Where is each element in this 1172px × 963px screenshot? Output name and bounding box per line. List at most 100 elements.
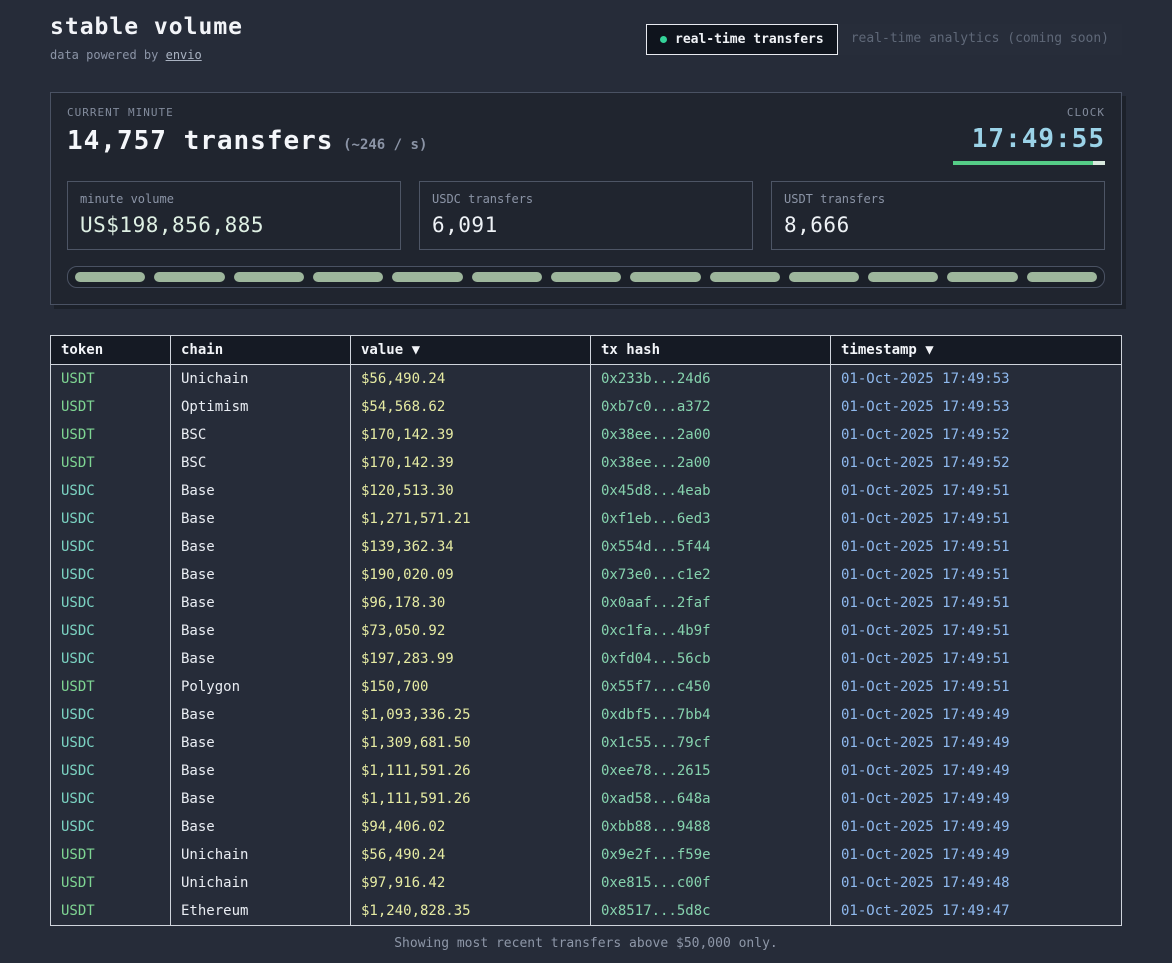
app-title: stable volume bbox=[50, 14, 243, 40]
cell-timestamp: 01-Oct-2025 17:49:51 bbox=[831, 673, 1122, 701]
cell-token: USDC bbox=[51, 617, 171, 645]
stat-box-minute-volume: minute volume US$198,856,885 bbox=[67, 181, 401, 250]
cell-value: $1,240,828.35 bbox=[351, 897, 591, 926]
minute-progress-bar bbox=[67, 266, 1105, 288]
cell-chain: Unichain bbox=[171, 841, 351, 869]
stat-value: 6,091 bbox=[432, 213, 740, 237]
cell-token: USDC bbox=[51, 533, 171, 561]
cell-tx-hash[interactable]: 0xf1eb...6ed3 bbox=[591, 505, 831, 533]
cell-tx-hash[interactable]: 0x9e2f...f59e bbox=[591, 841, 831, 869]
cell-token: USDC bbox=[51, 477, 171, 505]
cell-chain: Base bbox=[171, 477, 351, 505]
cell-timestamp: 01-Oct-2025 17:49:51 bbox=[831, 561, 1122, 589]
tab-bar: real-time transfers real-time analytics … bbox=[646, 24, 1122, 55]
current-minute-label: CURRENT MINUTE bbox=[67, 106, 427, 119]
cell-value: $170,142.39 bbox=[351, 421, 591, 449]
transfers-table: tokenchainvalue ▼tx hashtimestamp ▼ USDT… bbox=[50, 335, 1122, 926]
cell-tx-hash[interactable]: 0x55f7...c450 bbox=[591, 673, 831, 701]
column-header-value[interactable]: value ▼ bbox=[351, 336, 591, 365]
cell-timestamp: 01-Oct-2025 17:49:51 bbox=[831, 533, 1122, 561]
tab-label: real-time transfers bbox=[675, 32, 824, 47]
cell-token: USDT bbox=[51, 365, 171, 394]
progress-segment bbox=[710, 272, 780, 282]
cell-tx-hash[interactable]: 0x38ee...2a00 bbox=[591, 449, 831, 477]
transfers-count: 14,757 transfers bbox=[67, 126, 333, 156]
cell-chain: Base bbox=[171, 701, 351, 729]
progress-segment bbox=[868, 272, 938, 282]
column-header-chain[interactable]: chain bbox=[171, 336, 351, 365]
cell-timestamp: 01-Oct-2025 17:49:51 bbox=[831, 477, 1122, 505]
stat-label: USDT transfers bbox=[784, 192, 1092, 206]
footer-note: Showing most recent transfers above $50,… bbox=[50, 926, 1122, 963]
cell-value: $56,490.24 bbox=[351, 841, 591, 869]
stat-label: USDC transfers bbox=[432, 192, 740, 206]
cell-tx-hash[interactable]: 0xc1fa...4b9f bbox=[591, 617, 831, 645]
cell-tx-hash[interactable]: 0xee78...2615 bbox=[591, 757, 831, 785]
progress-segment bbox=[472, 272, 542, 282]
cell-token: USDT bbox=[51, 421, 171, 449]
cell-timestamp: 01-Oct-2025 17:49:49 bbox=[831, 813, 1122, 841]
cell-chain: Base bbox=[171, 785, 351, 813]
tab-real-time-analytics[interactable]: real-time analytics (coming soon) bbox=[838, 24, 1122, 55]
cell-chain: Unichain bbox=[171, 365, 351, 394]
live-dot-icon bbox=[660, 36, 667, 43]
cell-token: USDC bbox=[51, 729, 171, 757]
cell-value: $170,142.39 bbox=[351, 449, 591, 477]
page: stable volume data powered by envio real… bbox=[0, 0, 1172, 952]
tab-real-time-transfers[interactable]: real-time transfers bbox=[646, 24, 838, 55]
cell-tx-hash[interactable]: 0xdbf5...7bb4 bbox=[591, 701, 831, 729]
cell-tx-hash[interactable]: 0xb7c0...a372 bbox=[591, 393, 831, 421]
cell-tx-hash[interactable]: 0xe815...c00f bbox=[591, 869, 831, 897]
cell-chain: Base bbox=[171, 757, 351, 785]
table-row: USDTBSC$170,142.390x38ee...2a0001-Oct-20… bbox=[51, 449, 1122, 477]
cell-chain: Base bbox=[171, 645, 351, 673]
cell-tx-hash[interactable]: 0x45d8...4eab bbox=[591, 477, 831, 505]
column-header-token[interactable]: token bbox=[51, 336, 171, 365]
cell-tx-hash[interactable]: 0x1c55...79cf bbox=[591, 729, 831, 757]
table-header-row: tokenchainvalue ▼tx hashtimestamp ▼ bbox=[51, 336, 1122, 365]
cell-token: USDT bbox=[51, 897, 171, 926]
table-row: USDCBase$1,309,681.500x1c55...79cf01-Oct… bbox=[51, 729, 1122, 757]
cell-tx-hash[interactable]: 0xbb88...9488 bbox=[591, 813, 831, 841]
cell-tx-hash[interactable]: 0x554d...5f44 bbox=[591, 533, 831, 561]
progress-segment bbox=[630, 272, 700, 282]
cell-value: $54,568.62 bbox=[351, 393, 591, 421]
cell-token: USDT bbox=[51, 869, 171, 897]
table-row: USDCBase$73,050.920xc1fa...4b9f01-Oct-20… bbox=[51, 617, 1122, 645]
cell-tx-hash[interactable]: 0x8517...5d8c bbox=[591, 897, 831, 926]
progress-segment bbox=[947, 272, 1017, 282]
cell-value: $1,111,591.26 bbox=[351, 757, 591, 785]
cell-tx-hash[interactable]: 0x73e0...c1e2 bbox=[591, 561, 831, 589]
progress-segment bbox=[154, 272, 224, 282]
cell-chain: Ethereum bbox=[171, 897, 351, 926]
table-row: USDCBase$1,111,591.260xad58...648a01-Oct… bbox=[51, 785, 1122, 813]
column-header-timestamp[interactable]: timestamp ▼ bbox=[831, 336, 1122, 365]
cell-token: USDC bbox=[51, 561, 171, 589]
cell-tx-hash[interactable]: 0x0aaf...2faf bbox=[591, 589, 831, 617]
cell-token: USDC bbox=[51, 589, 171, 617]
cell-timestamp: 01-Oct-2025 17:49:49 bbox=[831, 841, 1122, 869]
stat-box-usdc-transfers: USDC transfers 6,091 bbox=[419, 181, 753, 250]
cell-timestamp: 01-Oct-2025 17:49:47 bbox=[831, 897, 1122, 926]
envio-link[interactable]: envio bbox=[166, 48, 202, 62]
cell-chain: Base bbox=[171, 561, 351, 589]
column-header-tx-hash[interactable]: tx hash bbox=[591, 336, 831, 365]
progress-segment bbox=[392, 272, 462, 282]
cell-chain: Base bbox=[171, 505, 351, 533]
cell-value: $150,700 bbox=[351, 673, 591, 701]
table-row: USDCBase$1,271,571.210xf1eb...6ed301-Oct… bbox=[51, 505, 1122, 533]
stat-label: minute volume bbox=[80, 192, 388, 206]
cell-tx-hash[interactable]: 0xad58...648a bbox=[591, 785, 831, 813]
stat-value: US$198,856,885 bbox=[80, 213, 388, 237]
cell-value: $190,020.09 bbox=[351, 561, 591, 589]
cell-value: $56,490.24 bbox=[351, 365, 591, 394]
cell-tx-hash[interactable]: 0x233b...24d6 bbox=[591, 365, 831, 394]
cell-tx-hash[interactable]: 0xfd04...56cb bbox=[591, 645, 831, 673]
cell-timestamp: 01-Oct-2025 17:49:52 bbox=[831, 449, 1122, 477]
clock-block: CLOCK 17:49:55 bbox=[953, 106, 1105, 165]
stat-boxes: minute volume US$198,856,885 USDC transf… bbox=[67, 181, 1105, 250]
cell-tx-hash[interactable]: 0x38ee...2a00 bbox=[591, 421, 831, 449]
cell-timestamp: 01-Oct-2025 17:49:51 bbox=[831, 645, 1122, 673]
progress-segment bbox=[789, 272, 859, 282]
table-row: USDTUnichain$56,490.240x9e2f...f59e01-Oc… bbox=[51, 841, 1122, 869]
